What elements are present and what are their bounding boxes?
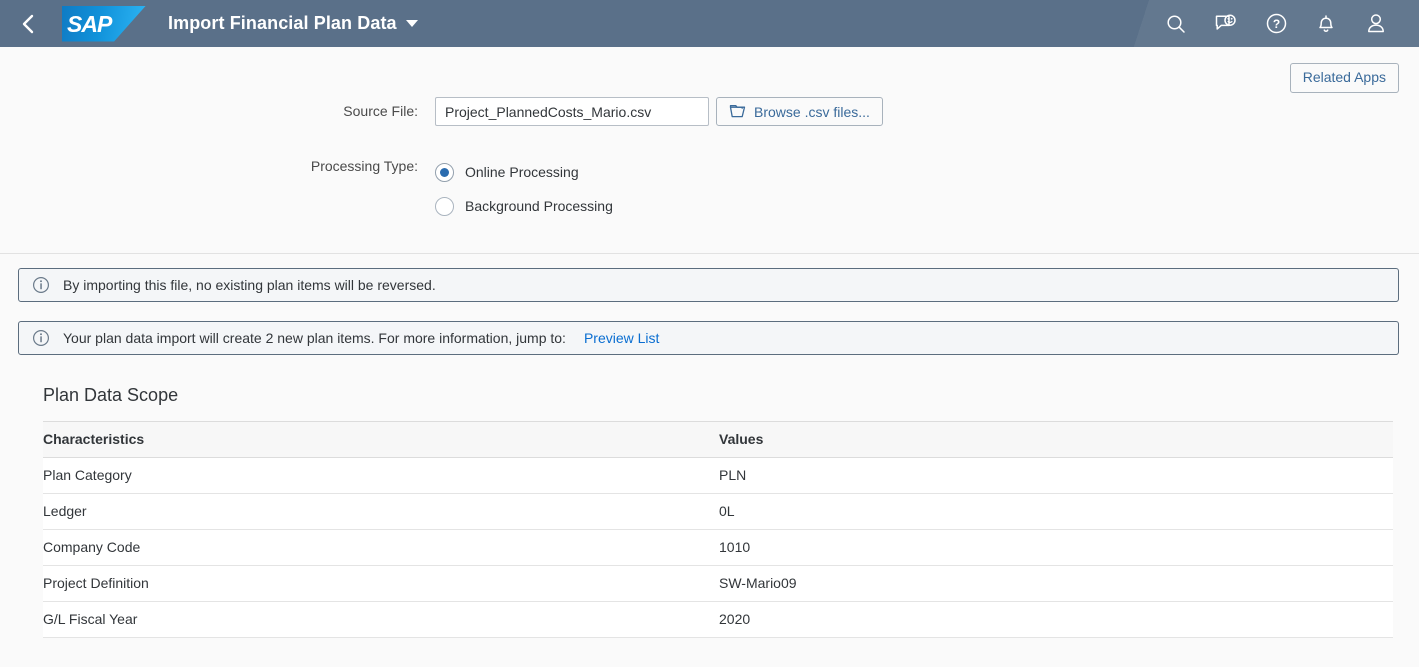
page-content: Related Apps Source File: Browse .csv fi… [0, 47, 1419, 667]
source-file-input[interactable] [435, 97, 709, 126]
plan-data-scope-title: Plan Data Scope [43, 385, 179, 405]
cell-characteristic: Company Code [43, 529, 719, 566]
radio-online-processing-label: Online Processing [465, 164, 579, 180]
preview-list-link[interactable]: Preview List [584, 330, 659, 346]
browse-csv-button[interactable]: Browse .csv files... [716, 97, 883, 126]
cell-characteristic: Ledger [43, 493, 719, 530]
table-row[interactable]: Ledger 0L [43, 493, 1393, 530]
processing-type-radio-group: Online Processing Background Processing [435, 152, 613, 223]
user-avatar-button[interactable] [1351, 0, 1401, 47]
table-header-row: Characteristics Values [43, 421, 1393, 458]
search-icon [1165, 13, 1187, 35]
cell-value: 1010 [719, 529, 1393, 566]
plan-data-scope-section: Plan Data Scope Characteristics Values P… [0, 374, 1419, 638]
information-icon [32, 329, 50, 347]
chevron-left-icon [20, 13, 36, 35]
help-button[interactable]: ? [1251, 0, 1301, 47]
back-button[interactable] [8, 0, 48, 47]
browse-csv-label: Browse .csv files... [754, 103, 870, 120]
search-button[interactable] [1151, 0, 1201, 47]
feedback-icon [1214, 13, 1238, 35]
source-file-row: Source File: Browse .csv files... [0, 97, 1419, 126]
table-head: Characteristics Values [43, 421, 1393, 458]
cell-value: SW-Mario09 [719, 565, 1393, 602]
radio-background-processing[interactable]: Background Processing [435, 189, 613, 223]
feedback-button[interactable] [1201, 0, 1251, 47]
user-avatar-icon [1365, 12, 1387, 35]
cell-characteristic: Plan Category [43, 457, 719, 494]
cell-value: 0L [719, 493, 1393, 530]
notifications-button[interactable] [1301, 0, 1351, 47]
cell-characteristic: G/L Fiscal Year [43, 601, 719, 638]
message-text: By importing this file, no existing plan… [63, 277, 436, 293]
related-apps-button[interactable]: Related Apps [1289, 63, 1399, 93]
table-body: Plan Category PLN Ledger 0L Company Code… [43, 457, 1393, 638]
table-row[interactable]: G/L Fiscal Year 2020 [43, 601, 1393, 638]
radio-online-processing-indicator [435, 162, 454, 182]
processing-type-label: Processing Type: [310, 158, 418, 174]
shell-header: SAP Import Financial Plan Data ? [0, 0, 1419, 47]
app-title-menu[interactable]: Import Financial Plan Data [168, 13, 418, 34]
plan-data-scope-table: Characteristics Values Plan Category PLN… [43, 421, 1393, 638]
table-row[interactable]: Plan Category PLN [43, 457, 1393, 494]
column-header-values: Values [719, 421, 1393, 458]
help-icon: ? [1265, 12, 1288, 35]
cell-characteristic: Project Definition [43, 565, 719, 602]
cell-value: PLN [719, 457, 1393, 494]
column-header-characteristics: Characteristics [43, 421, 719, 458]
message-strips: By importing this file, no existing plan… [0, 254, 1419, 355]
sap-logo: SAP [62, 5, 146, 42]
page-title: Import Financial Plan Data [168, 13, 397, 33]
radio-selected-dot [440, 167, 449, 177]
message-strip-new-plan-items: Your plan data import will create 2 new … [18, 321, 1399, 355]
notifications-icon [1315, 12, 1337, 35]
chevron-down-icon [405, 20, 418, 27]
shell-actions: ? [1151, 0, 1419, 47]
radio-background-processing-indicator [435, 196, 454, 216]
information-icon [32, 276, 50, 294]
source-file-label: Source File: [343, 103, 418, 119]
message-text: Your plan data import will create 2 new … [63, 330, 566, 346]
source-file-field: Browse .csv files... [435, 97, 883, 126]
table-row[interactable]: Project Definition SW-Mario09 [43, 565, 1393, 602]
radio-background-processing-label: Background Processing [465, 198, 613, 214]
svg-text:?: ? [1272, 17, 1279, 31]
radio-online-processing[interactable]: Online Processing [435, 155, 613, 189]
processing-type-row: Processing Type: Online Processing Backg… [0, 152, 1419, 223]
related-apps-toolbar: Related Apps [0, 47, 1419, 93]
sap-logo-text: SAP [67, 10, 112, 37]
import-form: Source File: Browse .csv files... Proces… [0, 93, 1419, 223]
table-row[interactable]: Company Code 1010 [43, 529, 1393, 566]
open-folder-icon [729, 104, 746, 119]
message-strip-no-reversal: By importing this file, no existing plan… [18, 268, 1399, 302]
cell-value: 2020 [719, 601, 1393, 638]
